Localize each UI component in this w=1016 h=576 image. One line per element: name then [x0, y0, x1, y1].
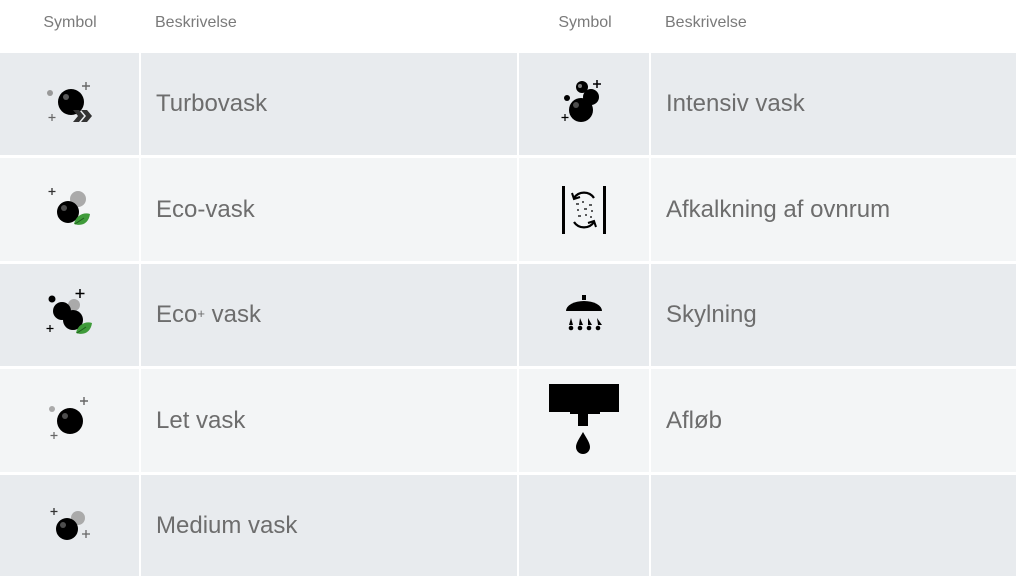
- description-cell: Afkalkning af ovnrum: [651, 158, 1016, 261]
- description-cell: Eco-vask: [141, 158, 517, 261]
- description-cell: Skylning: [651, 264, 1016, 366]
- drain-icon: [546, 382, 622, 460]
- table-row: Eco-vask Afkalkning af ovnrum: [0, 158, 1016, 261]
- rinse-shower-icon: [556, 287, 612, 343]
- empty-symbol-cell: [519, 475, 649, 576]
- medium-wash-icon: [40, 498, 100, 554]
- symbol-cell: [0, 53, 139, 155]
- eco-plus-wash-icon: [40, 287, 100, 343]
- description-cell: Turbovask: [141, 53, 517, 155]
- eco-wash-icon: [40, 182, 100, 238]
- description-cell: Let vask: [141, 369, 517, 472]
- header-description-left: Beskrivelse: [155, 14, 237, 31]
- table-row: Medium vask: [0, 475, 1016, 576]
- description-cell: Eco + vask: [141, 264, 517, 366]
- table-row: Turbovask Intensiv vask: [0, 53, 1016, 155]
- description-cell: Intensiv vask: [651, 53, 1016, 155]
- symbol-cell: [519, 158, 649, 261]
- oven-descaling-icon: [556, 182, 612, 238]
- table-row: Eco + vask Skylning: [0, 264, 1016, 366]
- light-wash-icon: [40, 393, 100, 449]
- symbol-cell: [519, 369, 649, 472]
- symbol-cell: [519, 264, 649, 366]
- turbo-wash-icon: [40, 76, 100, 132]
- empty-description-cell: [651, 475, 1016, 576]
- symbol-cell: [519, 53, 649, 155]
- header-description-right: Beskrivelse: [665, 14, 747, 31]
- description-cell: Medium vask: [141, 475, 517, 576]
- description-cell: Afløb: [651, 369, 1016, 472]
- description-text: Eco: [156, 301, 198, 328]
- intensive-wash-icon: [556, 76, 612, 132]
- symbol-cell: [0, 475, 139, 576]
- table-row: Let vask Afløb: [0, 369, 1016, 472]
- symbol-cell: [0, 369, 139, 472]
- header-symbol-left: Symbol: [43, 14, 97, 31]
- symbol-cell: [0, 158, 139, 261]
- symbol-cell: [0, 264, 139, 366]
- description-text-rest: vask: [204, 301, 261, 328]
- description-superscript: +: [197, 305, 205, 321]
- header-symbol-right: Symbol: [558, 14, 612, 31]
